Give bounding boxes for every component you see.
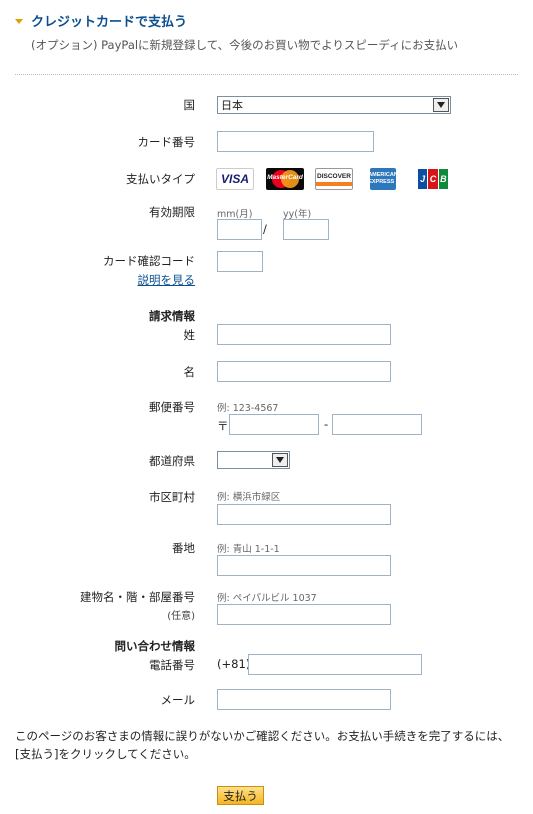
pay-button[interactable]: 支払う [217,786,264,805]
divider [15,74,518,75]
card-number-label: カード番号 [137,135,196,149]
jcb-card-icon: JCB [417,168,449,190]
last-name-label: 姓 [183,328,196,342]
city-example: 例: 横浜市緑区 [217,492,281,503]
collapse-triangle-icon[interactable] [15,19,23,24]
cvv-input[interactable] [217,251,263,272]
building-label: 建物名・階・部屋番号 [80,590,195,604]
confirm-text: このページのお客さまの情報に誤りがないかご確認ください。お支払い手続きを完了する… [15,729,510,761]
cvv-help-link[interactable]: 説明を見る [138,272,196,288]
phone-input[interactable] [248,654,422,675]
postal-first-input[interactable] [229,414,319,435]
address-input[interactable] [217,555,391,576]
address-example: 例: 青山 1-1-1 [217,544,280,555]
country-select-value: 日本 [221,99,243,112]
card-number-input[interactable] [217,131,374,152]
country-label: 国 [183,98,196,112]
first-name-label: 名 [183,365,196,379]
discover-card-icon: DISCOVER [315,168,353,190]
postal-mark: 〒 [217,419,229,433]
postal-label: 郵便番号 [149,400,195,414]
phone-country-code: (+81) [217,657,251,671]
prefecture-label: 都道府県 [149,454,195,468]
email-input[interactable] [217,689,391,710]
prefecture-select[interactable] [217,451,290,469]
mastercard-card-icon: MasterCard [266,168,304,190]
expiry-year-input[interactable] [283,219,329,240]
section-title[interactable]: クレジットカードで支払う [31,11,187,30]
email-label: メール [160,693,196,707]
postal-second-input[interactable] [332,414,422,435]
phone-label: 電話番号 [149,658,195,672]
expiry-label: 有効期限 [149,205,195,219]
building-example: 例: ペイパルビル 1037 [217,593,317,604]
billing-heading: 請求情報 [149,309,195,323]
expiry-separator: / [263,222,267,236]
city-label: 市区町村 [149,490,195,504]
cvv-label: カード確認コード [103,254,195,268]
expiry-month-input[interactable] [217,219,262,240]
expiry-month-hint: mm(月) [217,209,253,220]
last-name-input[interactable] [217,324,391,345]
visa-card-icon: VISA [216,168,254,190]
address-label: 番地 [172,541,195,555]
chevron-down-icon [433,98,449,112]
building-optional: (任意) [167,611,195,622]
building-input[interactable] [217,604,391,625]
payment-type-label: 支払いタイプ [126,172,195,186]
first-name-input[interactable] [217,361,391,382]
postal-dash: - [324,417,329,431]
postal-example: 例: 123-4567 [217,403,279,414]
city-input[interactable] [217,504,391,525]
chevron-down-icon [272,453,288,467]
expiry-year-hint: yy(年) [283,209,312,220]
contact-heading: 問い合わせ情報 [114,639,196,653]
section-subtitle: (オプション) PayPalに新規登録して、今後のお買い物でよりスピーディにお支… [31,38,459,52]
amex-card-icon: AMERICAN EXPRESS [368,168,398,190]
country-select[interactable]: 日本 [217,96,451,114]
